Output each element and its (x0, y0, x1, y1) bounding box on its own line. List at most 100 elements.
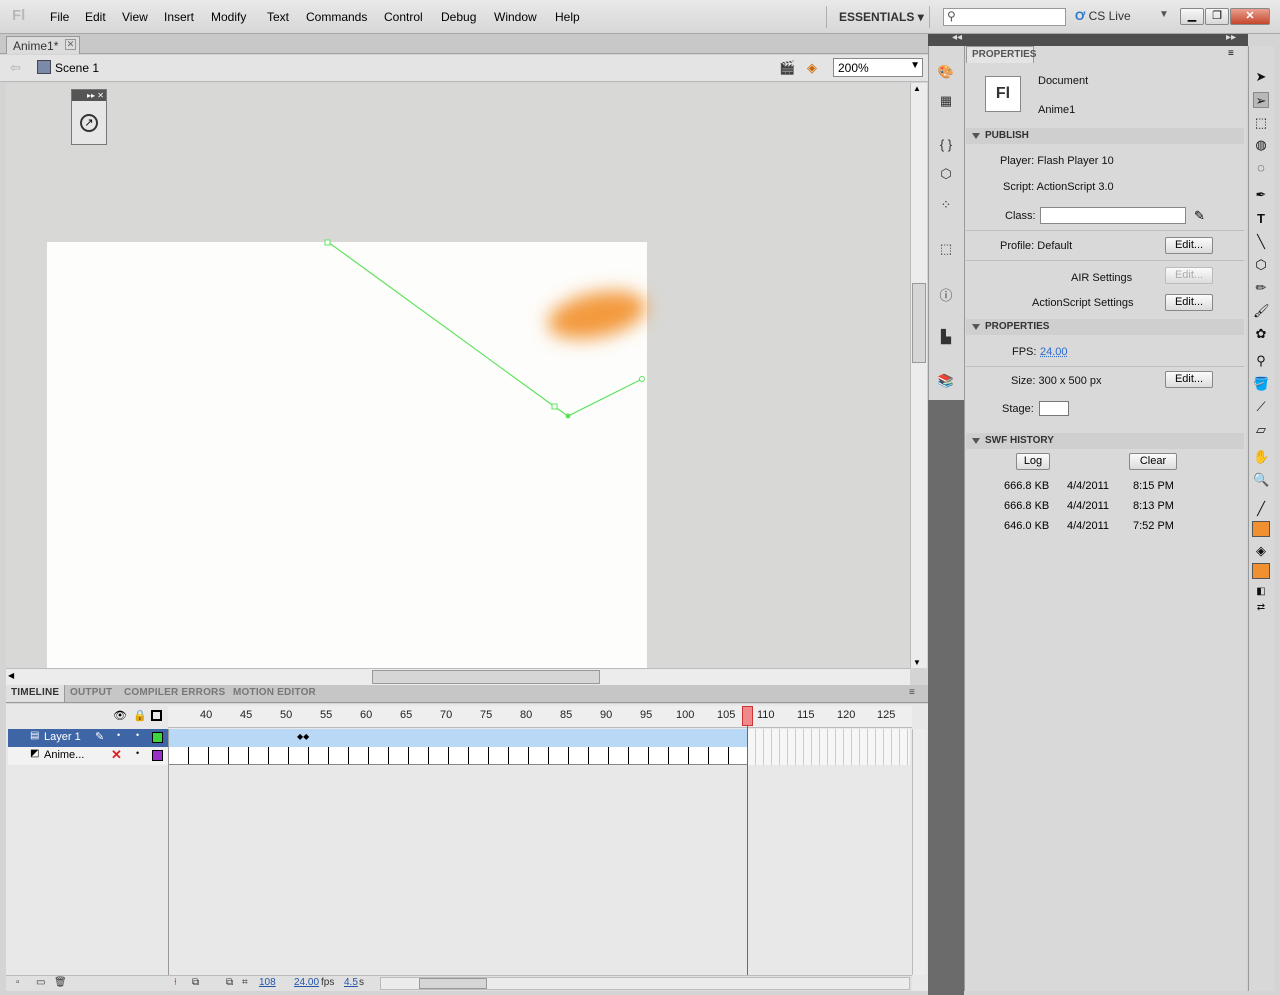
align-icon[interactable]: ▙ (936, 329, 956, 347)
air-edit-button[interactable]: Edit... (1165, 267, 1213, 284)
menu-window[interactable]: Window (494, 10, 537, 24)
close-icon[interactable]: ✕ (65, 39, 76, 50)
free-transform-icon[interactable]: ⬚ (1253, 115, 1269, 131)
workspace-switcher[interactable]: ESSENTIALS ▾ (826, 6, 930, 28)
transform-icon[interactable]: ⬚ (936, 241, 956, 259)
empty-frames[interactable] (748, 729, 910, 765)
menu-commands[interactable]: Commands (306, 10, 367, 24)
minimize-button[interactable]: ▁ (1180, 8, 1204, 25)
3d-rotation-icon[interactable]: ◍ (1253, 137, 1269, 153)
properties-section-header[interactable]: PROPERTIES (966, 319, 1244, 335)
code-snippets-icon[interactable]: { } (936, 137, 956, 155)
line-tool-icon[interactable]: ╲ (1253, 234, 1269, 250)
expand-icon[interactable]: ▸▸ (1226, 32, 1236, 43)
vertical-scrollbar[interactable]: ▲ ▼ (910, 83, 927, 668)
outline-color-swatch[interactable] (152, 732, 163, 743)
edit-symbols-icon[interactable]: ◈ (807, 60, 817, 76)
guided-x-icon[interactable]: ✕ (111, 747, 122, 763)
layer1-frames[interactable]: ◆◆ (169, 729, 747, 747)
info-icon[interactable]: ⓘ (936, 285, 956, 303)
anime-frames[interactable] (169, 747, 747, 765)
menu-file[interactable]: File (50, 10, 69, 24)
zoom-select[interactable]: 200% ▼ (833, 58, 923, 77)
swatches-icon[interactable]: ▦ (936, 93, 956, 111)
pencil-icon[interactable]: ✏ (1253, 280, 1269, 296)
current-frame[interactable]: 108 (259, 977, 276, 988)
class-field[interactable] (1040, 207, 1186, 224)
eraser-icon[interactable]: ▱ (1253, 422, 1269, 438)
motion-presets-icon[interactable]: ⁘ (936, 197, 956, 215)
eye-icon[interactable]: 👁 (113, 709, 127, 722)
fps-value[interactable]: 24.00 (294, 977, 319, 988)
pen-tool-icon[interactable]: ✒ (1253, 187, 1269, 203)
path-end-handle[interactable] (639, 376, 645, 382)
new-layer-icon[interactable]: ▫ (16, 977, 20, 988)
menu-text[interactable]: Text (267, 10, 289, 24)
modify-markers-icon[interactable]: ⌗ (242, 977, 248, 988)
collapse-icon[interactable]: ◂◂ (952, 32, 962, 43)
menu-debug[interactable]: Debug (441, 10, 476, 24)
outline-color-swatch[interactable] (152, 750, 163, 761)
document-tab[interactable]: Anime1* ✕ (6, 36, 80, 54)
default-colors-icon[interactable]: ◧ (1253, 584, 1269, 600)
swf-history-section-header[interactable]: SWF HISTORY (966, 433, 1244, 449)
zoom-tool-icon[interactable]: 🔍 (1253, 472, 1269, 488)
stroke-color-swatch[interactable] (1252, 521, 1270, 537)
publish-section-header[interactable]: PUBLISH (966, 128, 1244, 144)
tab-compiler-errors[interactable]: COMPILER ERRORS (124, 687, 225, 698)
layer-row-layer1[interactable]: ▤ Layer 1 ✎ • • (8, 729, 168, 747)
timeline-vscroll[interactable] (912, 729, 926, 975)
tab-timeline[interactable]: TIMELINE (6, 685, 66, 702)
outline-icon[interactable] (151, 710, 162, 721)
arrow-icon[interactable]: ↗ (80, 114, 98, 132)
paint-bucket-icon[interactable]: 🪣 (1253, 376, 1269, 392)
frame-ruler[interactable]: 40 45 50 55 60 65 70 75 80 85 90 95 100 … (168, 706, 912, 728)
edit-scene-icon[interactable]: 🎬 (779, 60, 795, 76)
deco-tool-icon[interactable]: ✿ (1253, 326, 1269, 342)
cs-live-button[interactable]: Ơ CS Live (1075, 9, 1131, 23)
tab-output[interactable]: OUTPUT (70, 687, 112, 698)
visibility-dot[interactable]: • (117, 730, 120, 740)
search-input[interactable]: ⚲ (943, 8, 1066, 26)
lock-dot[interactable]: • (136, 730, 139, 740)
collapse-icon[interactable]: ▸▸ ✕ (72, 90, 106, 101)
swap-colors-icon[interactable]: ⇄ (1253, 600, 1269, 616)
scroll-thumb[interactable] (372, 670, 600, 684)
timeline-hscroll[interactable] (380, 977, 910, 990)
scroll-left-icon[interactable]: ◀ (8, 671, 14, 680)
tab-properties[interactable]: PROPERTIES (966, 46, 1036, 63)
menu-help[interactable]: Help (555, 10, 580, 24)
subselection-tool-icon[interactable]: ➢ (1253, 92, 1269, 108)
path-point[interactable] (565, 413, 571, 419)
brush-icon[interactable]: 🖌 (1253, 303, 1270, 319)
fill-color-swatch[interactable] (1252, 563, 1270, 579)
menu-modify[interactable]: Modify (211, 10, 246, 24)
close-button[interactable]: ✕ (1230, 8, 1270, 25)
restore-button[interactable]: ❐ (1205, 8, 1229, 25)
tab-motion-editor[interactable]: MOTION EDITOR (233, 687, 316, 698)
color-icon[interactable]: 🎨 (936, 64, 956, 82)
polygon-tool-icon[interactable]: ⬡ (1253, 257, 1269, 273)
menu-insert[interactable]: Insert (164, 10, 194, 24)
components-icon[interactable]: ⬡ (936, 166, 956, 184)
as-edit-button[interactable]: Edit... (1165, 294, 1213, 311)
scroll-thumb[interactable] (912, 283, 926, 363)
scroll-up-icon[interactable]: ▲ (913, 84, 921, 93)
blurred-shape[interactable] (544, 283, 651, 347)
stage-color-swatch[interactable] (1039, 401, 1069, 416)
delete-icon[interactable]: 🗑 (54, 977, 67, 988)
size-edit-button[interactable]: Edit... (1165, 371, 1213, 388)
fps-value[interactable]: 24.00 (1040, 346, 1068, 358)
onion-skin-icon[interactable]: ⧉ (192, 977, 199, 988)
playhead[interactable] (742, 706, 753, 726)
horizontal-scrollbar[interactable]: ◀ (6, 668, 910, 685)
center-frame-icon[interactable]: ⍿ (174, 977, 177, 988)
library-icon[interactable]: 📚 (936, 373, 956, 391)
menu-view[interactable]: View (122, 10, 148, 24)
menu-edit[interactable]: Edit (85, 10, 106, 24)
log-button[interactable]: Log (1016, 453, 1050, 470)
selection-tool-icon[interactable]: ➤ (1253, 69, 1269, 85)
panel-menu-icon[interactable]: ≡ (909, 687, 915, 698)
path-handle[interactable] (551, 403, 558, 410)
pencil-icon[interactable]: ✎ (95, 730, 104, 743)
